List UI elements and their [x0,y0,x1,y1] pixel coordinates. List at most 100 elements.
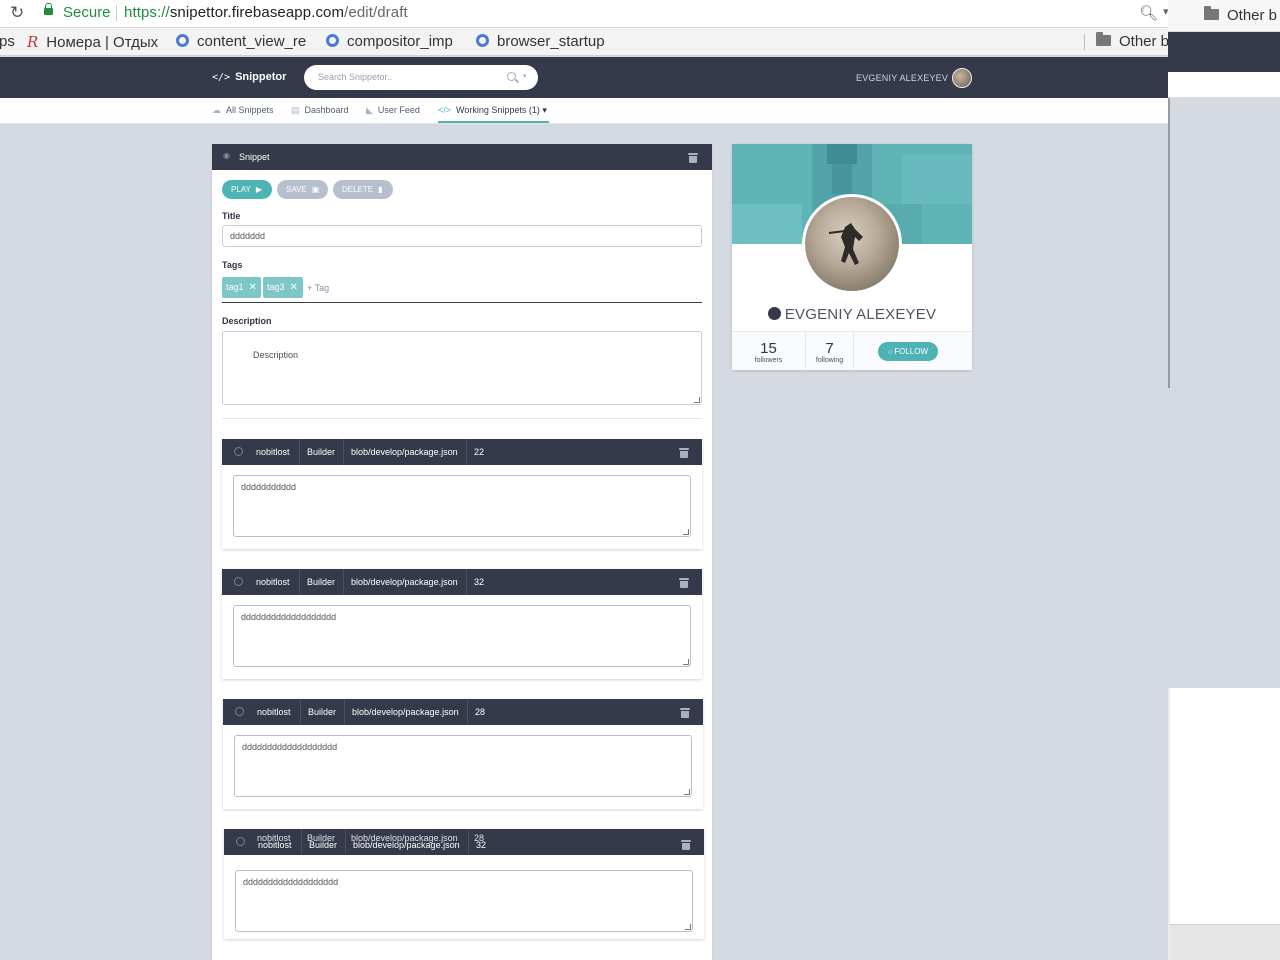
tab-user-feed[interactable]: ◣ User Feed [366,105,420,116]
bookmark-nomera[interactable]: R Номера | Отдых [27,33,158,51]
file-repo[interactable]: Builder [299,569,335,595]
file-repo[interactable]: Builder [299,439,335,465]
search-input[interactable] [318,70,498,84]
file-user[interactable]: nobitlost [249,439,290,465]
bookmark-compositor[interactable]: compositor_imp [326,33,453,50]
close-icon[interactable]: ✕ [249,282,257,293]
resize-handle-icon[interactable] [683,659,689,665]
secure-label[interactable]: Secure [63,4,111,21]
file-path[interactable]: blob/develop/package.json [343,439,458,465]
file-snippet-textarea[interactable]: ddddddddddddddddddd [235,870,693,932]
bookmark-browser-startup[interactable]: browser_startup [476,33,605,50]
follow-button[interactable]: ○ FOLLOW [878,342,938,361]
file-snippet-header: nobitlost Builder blob/develop/package.j… [222,569,702,595]
lock-icon[interactable] [44,3,53,15]
search-box[interactable]: ▾ [304,65,538,90]
divider [222,418,702,419]
bookmark-content-view[interactable]: content_view_re [176,33,306,50]
trash-icon[interactable] [679,578,689,588]
search-icon[interactable] [507,72,516,81]
file-snippet-textarea[interactable]: ddddddddddddddddddd [233,605,691,667]
file-snippet-textarea[interactable]: ddddddddddddddddddd [234,735,692,797]
file-snippet-content: ddddddddddddddddddd [241,612,337,622]
app-logo[interactable]: </> Snippetor [212,71,286,83]
trash-icon[interactable] [681,840,691,850]
url-text[interactable]: https://snipettor.firebaseapp.com/edit/d… [124,4,408,21]
trash-icon[interactable] [688,153,698,163]
logo-text: Snippetor [235,71,287,83]
tag-chip: tag3 ✕ [263,277,303,298]
bookmark-apps[interactable]: ps [0,33,15,50]
profile-card: EVGENIY ALEXEYEV 15 followers 7 followin… [732,144,972,371]
other-bookmarks[interactable]: Other b [1096,32,1168,50]
resize-handle-icon[interactable] [685,924,691,930]
title-field[interactable]: ddddddd [222,225,702,247]
bookmark-label: Other b [1119,33,1168,50]
following-stat[interactable]: 7 following [806,332,854,371]
file-user[interactable]: nobitlost [250,699,291,725]
file-user[interactable]: nobitlost [251,829,292,855]
resize-handle-icon[interactable] [694,397,700,403]
tags-input[interactable]: tag1 ✕ tag3 ✕ + Tag [222,277,702,303]
github-icon [234,447,243,456]
title-label: Title [222,211,241,221]
trash-icon[interactable] [679,448,689,458]
file-path[interactable]: blob/develop/package.json [344,699,459,725]
file-line[interactable]: 28 [467,699,485,725]
omnibox[interactable]: Secure https://snipettor.firebaseapp.com… [36,0,1169,27]
profile-stats: 15 followers 7 following ○ FOLLOW [732,331,972,371]
save-button[interactable]: SAVE ▣ [277,180,328,199]
tab-dashboard[interactable]: ▤ Dashboard [291,105,349,116]
other-bookmarks-2[interactable]: Other b [1204,6,1277,24]
file-line[interactable]: 22 [466,439,484,465]
file-snippet-block: nobitlost Builder blob/develop/package.j… [222,439,702,549]
second-window-statusbar [1170,924,1280,960]
github-icon [235,707,244,716]
trash-icon[interactable] [680,708,690,718]
code-icon: </> [438,105,452,115]
add-tag-input[interactable]: + Tag [307,283,329,293]
following-count: 7 [825,340,834,357]
avatar[interactable] [952,68,972,88]
profile-photo [802,194,902,294]
file-path[interactable]: blob/develop/package.json [345,829,460,855]
person-silhouette-icon [828,223,863,265]
followers-stat[interactable]: 15 followers [732,332,806,371]
tab-label: Working Snippets (1) [456,105,540,115]
delete-button[interactable]: DELETE ▮ [333,180,393,199]
eye-icon[interactable]: ◉ [223,151,230,160]
second-window-content [1168,98,1280,688]
file-line[interactable]: 32 [468,829,486,855]
tab-all-snippets[interactable]: ☁ All Snippets [212,105,274,116]
profile-name-text: EVGENIY ALEXEYEV [784,306,937,323]
description-textarea[interactable]: Description [222,331,702,405]
close-icon[interactable]: ✕ [290,282,298,293]
sub-navigation: ☁ All Snippets ▤ Dashboard ◣ User Feed </> W… [0,98,1168,124]
tab-label: User Feed [377,105,420,115]
chevron-down-icon[interactable]: ▾ [523,72,527,80]
file-user[interactable]: nobitlost [249,569,290,595]
resize-handle-icon[interactable] [683,529,689,535]
file-snippet-content: ddddddddddddddddddd [242,742,338,752]
file-snippet-textarea[interactable]: ddddddddddd [233,475,691,537]
resize-handle-icon[interactable] [684,789,690,795]
user-menu-name[interactable]: EVGENIY ALEXEYEV [856,73,948,83]
second-window-edge [1168,98,1170,388]
zoom-icon[interactable]: 🔍︎ [1139,4,1158,22]
bookmarks-bar: ps R Номера | Отдых content_view_re compo… [0,28,1168,56]
file-repo[interactable]: Builder [300,699,336,725]
save-button-label: SAVE [286,185,307,194]
file-line[interactable]: 32 [466,569,484,595]
tab-working-snippets[interactable]: </> Working Snippets (1) ▾ [438,105,547,116]
followers-count: 15 [760,340,777,357]
dashboard-icon: ▤ [291,105,300,115]
folder-icon [1096,32,1111,46]
file-path[interactable]: blob/develop/package.json [343,569,458,595]
url-protocol: https:// [124,4,170,21]
file-repo[interactable]: Builder [301,829,337,855]
play-button[interactable]: PLAY ▶ [222,180,272,199]
chromium-icon [176,34,189,47]
reload-icon[interactable]: ↻ [10,3,24,23]
floppy-icon: ▣ [311,185,320,194]
delete-button-label: DELETE [342,185,374,194]
